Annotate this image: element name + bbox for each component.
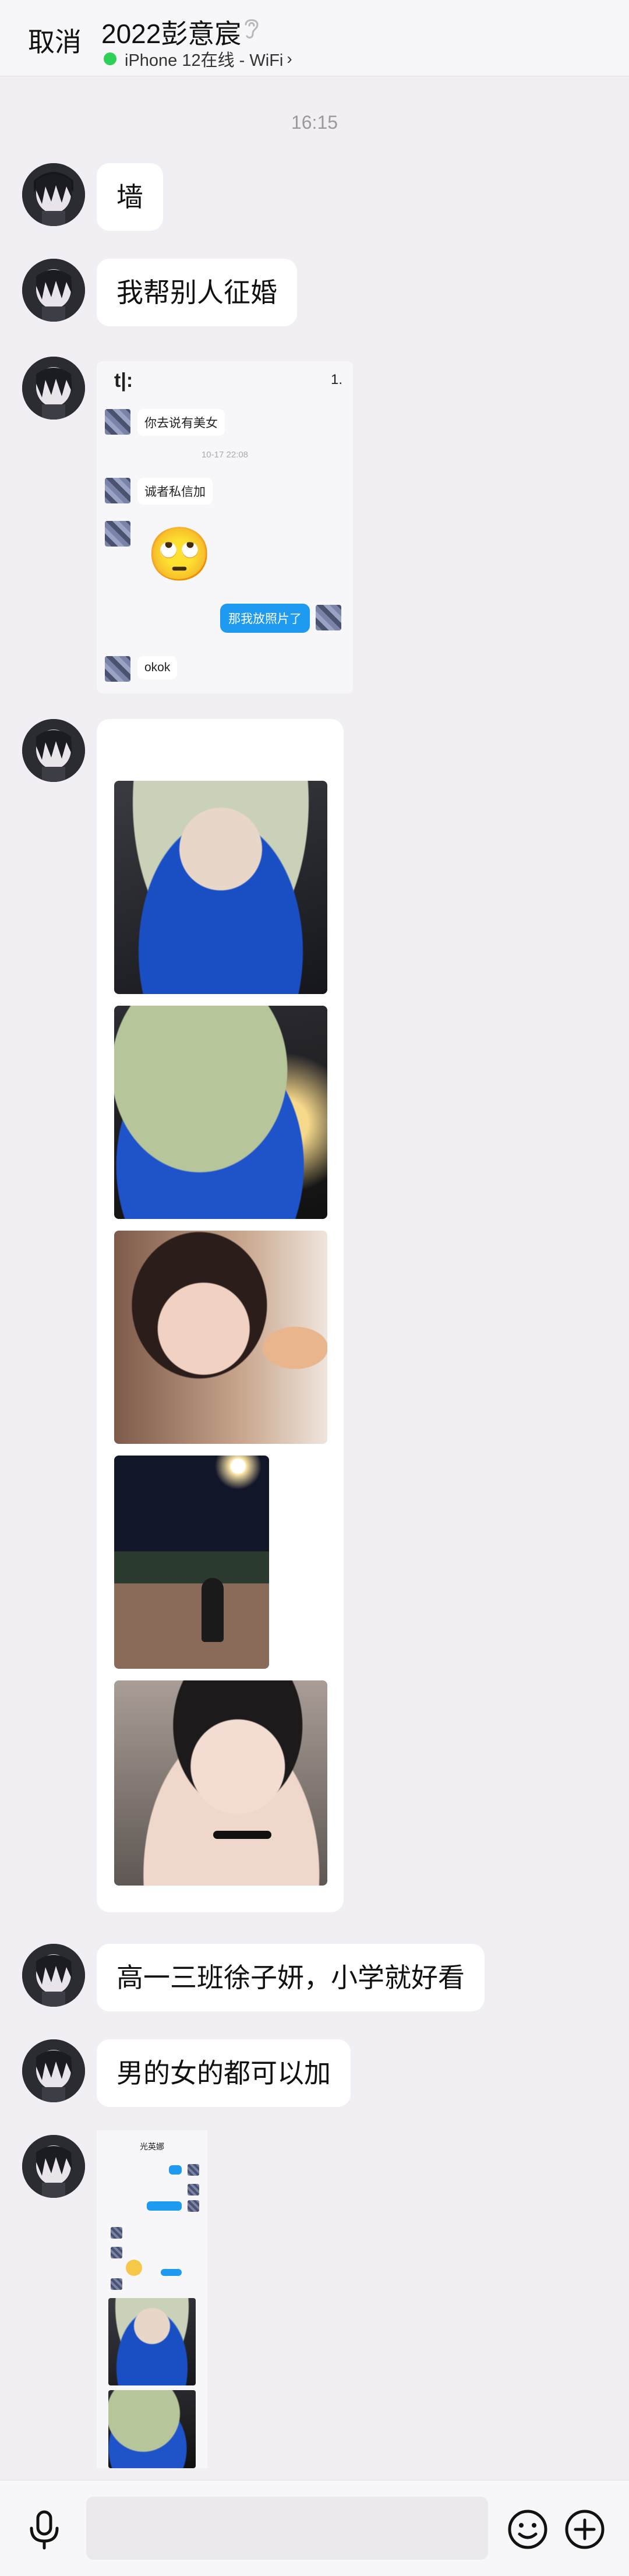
screenshot-timestamp: 10-17 22:08	[201, 450, 249, 460]
sender-avatar[interactable]	[22, 719, 85, 782]
screenshot-sent-message: 那我放照片了	[220, 604, 310, 633]
smiley-icon[interactable]	[504, 2506, 551, 2553]
emoji-thumbnail	[126, 2260, 142, 2276]
screenshot-title: 光英娜	[140, 2142, 164, 2151]
photo-1[interactable]	[114, 781, 327, 994]
chat-title[interactable]: 2022彭意宸	[101, 13, 241, 51]
avatar-image	[22, 163, 85, 226]
avatar-image	[22, 357, 85, 420]
screenshot-message: okok	[137, 656, 178, 679]
plus-circle-icon[interactable]	[561, 2506, 608, 2553]
cancel-button[interactable]: 取消	[28, 21, 82, 59]
message-input[interactable]	[86, 2497, 488, 2560]
timestamp-text: 16:15	[291, 112, 338, 133]
sender-avatar[interactable]	[22, 357, 85, 420]
photo-5[interactable]	[114, 1680, 327, 1886]
blurred-avatar	[188, 2164, 199, 2176]
online-status[interactable]: iPhone 12在线 - WiFi ›	[104, 47, 292, 71]
avatar-image	[22, 2135, 85, 2198]
sent-bubble	[147, 2201, 182, 2211]
avatar-image	[22, 719, 85, 782]
input-bar	[0, 2480, 629, 2576]
eye-roll-emoji: 🙄	[147, 526, 213, 584]
message-bubble[interactable]: 高一三班徐子妍，小学就好看	[97, 1944, 485, 2011]
thumbnail-photo-1	[108, 2298, 196, 2385]
sent-bubble	[169, 2165, 182, 2175]
screenshot-message: 你去说有美女	[137, 409, 225, 436]
online-dot	[104, 52, 116, 65]
message-bubble[interactable]: 我帮别人征婚	[97, 259, 297, 326]
blurred-avatar	[188, 2184, 199, 2196]
chat-header: 取消 2022彭意宸 iPhone 12在线 - WiFi ›	[0, 0, 629, 76]
blurred-avatar	[111, 2227, 122, 2239]
message-timestamp: 16:15	[0, 112, 629, 133]
photo-2[interactable]	[114, 1006, 327, 1219]
sent-bubble	[161, 2269, 182, 2276]
hearing-icon	[245, 19, 259, 39]
photo-4[interactable]	[114, 1456, 269, 1669]
sender-avatar[interactable]	[22, 2039, 85, 2102]
screenshot-image-message[interactable]: t|: 1. 你去说有美女 10-17 22:08 诚者私信加 🙄 那我放照片了…	[97, 361, 353, 693]
blurred-avatar	[105, 409, 130, 435]
photo-3[interactable]	[114, 1231, 327, 1444]
avatar-image	[22, 259, 85, 322]
blurred-avatar	[105, 478, 130, 503]
sender-avatar[interactable]	[22, 259, 85, 322]
screenshot-image-message[interactable]: 光英娜	[97, 2130, 207, 2468]
screenshot-message: 诚者私信加	[137, 478, 213, 505]
message-bubble[interactable]: 男的女的都可以加	[97, 2039, 351, 2107]
avatar-image	[22, 2039, 85, 2102]
microphone-icon[interactable]	[21, 2506, 68, 2553]
blurred-avatar	[105, 656, 130, 682]
avatar-image	[22, 1944, 85, 2007]
chevron-right-icon: ›	[287, 50, 292, 68]
blurred-avatar	[316, 605, 341, 630]
message-bubble[interactable]: 墙	[97, 163, 163, 231]
online-status-text: iPhone 12在线 - WiFi	[125, 51, 284, 70]
thumbnail-photo-2	[108, 2390, 196, 2468]
screenshot-status-left: t|:	[114, 369, 133, 392]
blurred-avatar	[111, 2247, 122, 2258]
sender-avatar[interactable]	[22, 163, 85, 226]
person-silhouette	[202, 1578, 224, 1642]
necklace	[213, 1831, 271, 1839]
blurred-avatar	[111, 2278, 122, 2290]
blurred-avatar	[105, 521, 130, 547]
sender-avatar[interactable]	[22, 1944, 85, 2007]
blurred-avatar	[188, 2200, 199, 2212]
screenshot-status-right: 1.	[330, 372, 342, 387]
sender-avatar[interactable]	[22, 2135, 85, 2198]
